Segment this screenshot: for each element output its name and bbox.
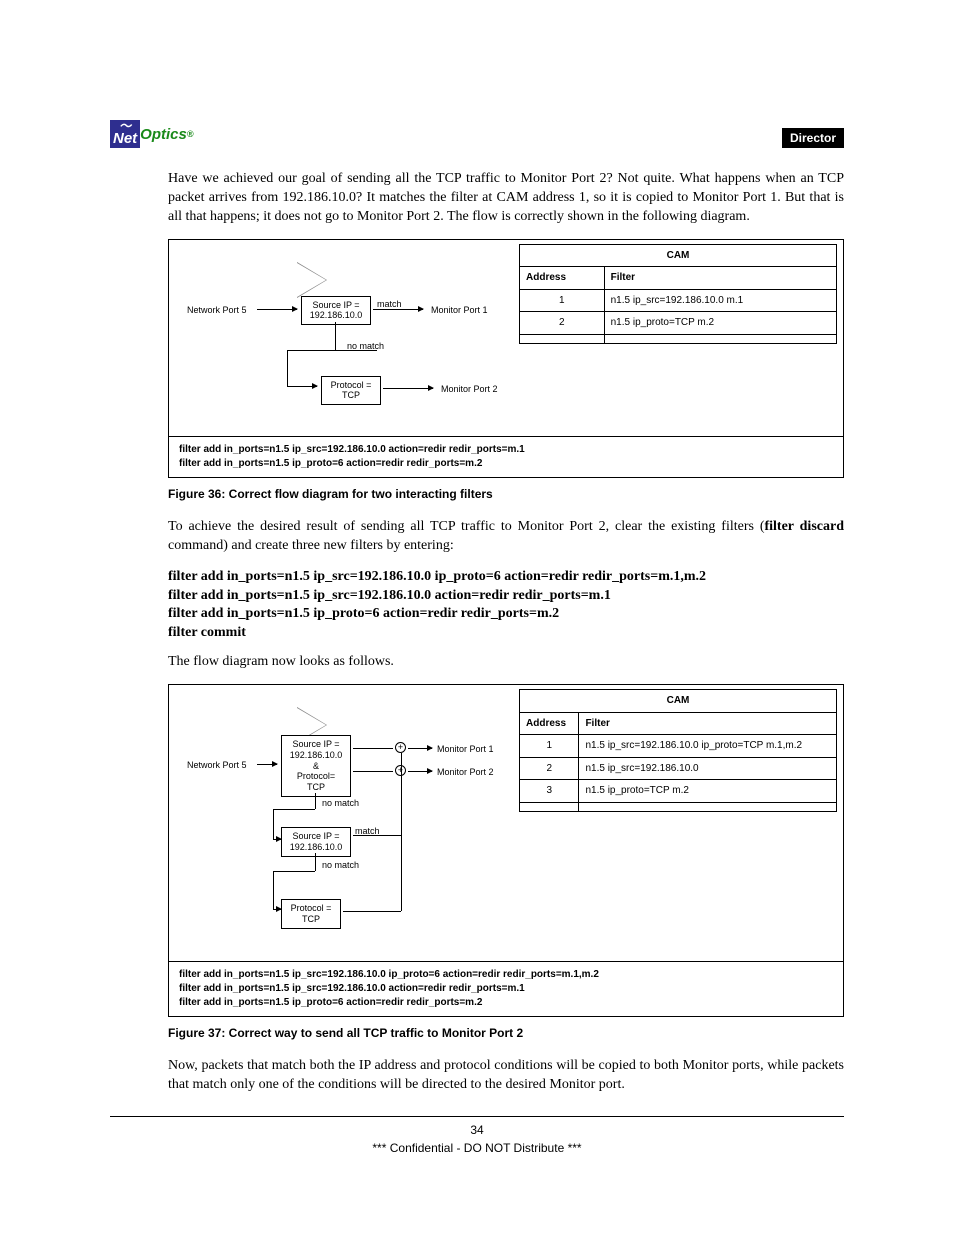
source-ip-filter: Source IP = 192.186.10.0 — [301, 296, 371, 326]
protocol-filter: Protocol = TCP — [321, 376, 381, 406]
table-row: 2n1.5 ip_proto=TCP m.2 — [520, 312, 837, 335]
logo-net: Net — [113, 130, 137, 147]
cam-h-addr: Address — [520, 712, 579, 735]
network-port-label: Network Port 5 — [187, 759, 247, 771]
cam-table-36: CAM AddressFilter 1n1.5 ip_src=192.186.1… — [519, 244, 837, 344]
table-row — [520, 334, 837, 343]
table-row: 1n1.5 ip_src=192.186.10.0 m.1 — [520, 289, 837, 312]
cam-title: CAM — [520, 690, 837, 713]
table-row — [520, 802, 837, 811]
figure-36-caption: Figure 36: Correct flow diagram for two … — [168, 486, 844, 502]
monitor-port-1: Monitor Port 1 — [431, 304, 488, 316]
brand-logo: 〜NetOptics® — [110, 120, 194, 148]
table-row: 3n1.5 ip_proto=TCP m.2 — [520, 780, 837, 803]
cam-h-filter: Filter — [604, 267, 836, 290]
combo-filter: Source IP = 192.186.10.0 & Protocol= TCP — [281, 735, 351, 797]
confidential-notice: *** Confidential - DO NOT Distribute *** — [110, 1141, 844, 1155]
table-row: 2n1.5 ip_src=192.186.10.0 — [520, 757, 837, 780]
source-ip-filter: Source IP = 192.186.10.0 — [281, 827, 351, 857]
cam-title: CAM — [520, 244, 837, 267]
logo-reg: ® — [187, 129, 194, 139]
cam-h-addr: Address — [520, 267, 605, 290]
cam-h-filter: Filter — [579, 712, 837, 735]
table-row: 1n1.5 ip_src=192.186.10.0 ip_proto=TCP m… — [520, 735, 837, 758]
figure-37: Network Port 5 Source IP = 192.186.10.0 … — [168, 684, 844, 1017]
paragraph-2: To achieve the desired result of sending… — [168, 518, 844, 556]
paragraph-intro: Have we achieved our goal of sending all… — [168, 170, 844, 227]
plus-icon: + — [395, 742, 406, 753]
page-footer: 34 *** Confidential - DO NOT Distribute … — [110, 1116, 844, 1155]
cam-table-37: CAM AddressFilter 1n1.5 ip_src=192.186.1… — [519, 689, 837, 812]
no-match-label: no match — [347, 340, 384, 352]
figure-37-caption: Figure 37: Correct way to send all TCP t… — [168, 1025, 844, 1041]
no-match-label: no match — [322, 859, 359, 871]
paragraph-4: Now, packets that match both the IP addr… — [168, 1057, 844, 1095]
monitor-port-2: Monitor Port 2 — [437, 766, 494, 778]
protocol-filter: Protocol = TCP — [281, 899, 341, 929]
command-block: filter add in_ports=n1.5 ip_src=192.186.… — [168, 568, 844, 644]
monitor-port-1: Monitor Port 1 — [437, 743, 494, 755]
figure-37-commands: filter add in_ports=n1.5 ip_src=192.186.… — [169, 961, 843, 1016]
no-match-label: no match — [322, 797, 359, 809]
network-port-label: Network Port 5 — [187, 304, 247, 316]
page-number: 34 — [110, 1123, 844, 1137]
paragraph-3: The flow diagram now looks as follows. — [168, 653, 844, 672]
document-tag: Director — [782, 128, 844, 148]
figure-36: Network Port 5 Source IP = 192.186.10.0 … — [168, 239, 844, 478]
figure-36-commands: filter add in_ports=n1.5 ip_src=192.186.… — [169, 436, 843, 477]
monitor-port-2: Monitor Port 2 — [441, 383, 498, 395]
logo-optics: Optics — [140, 126, 187, 143]
